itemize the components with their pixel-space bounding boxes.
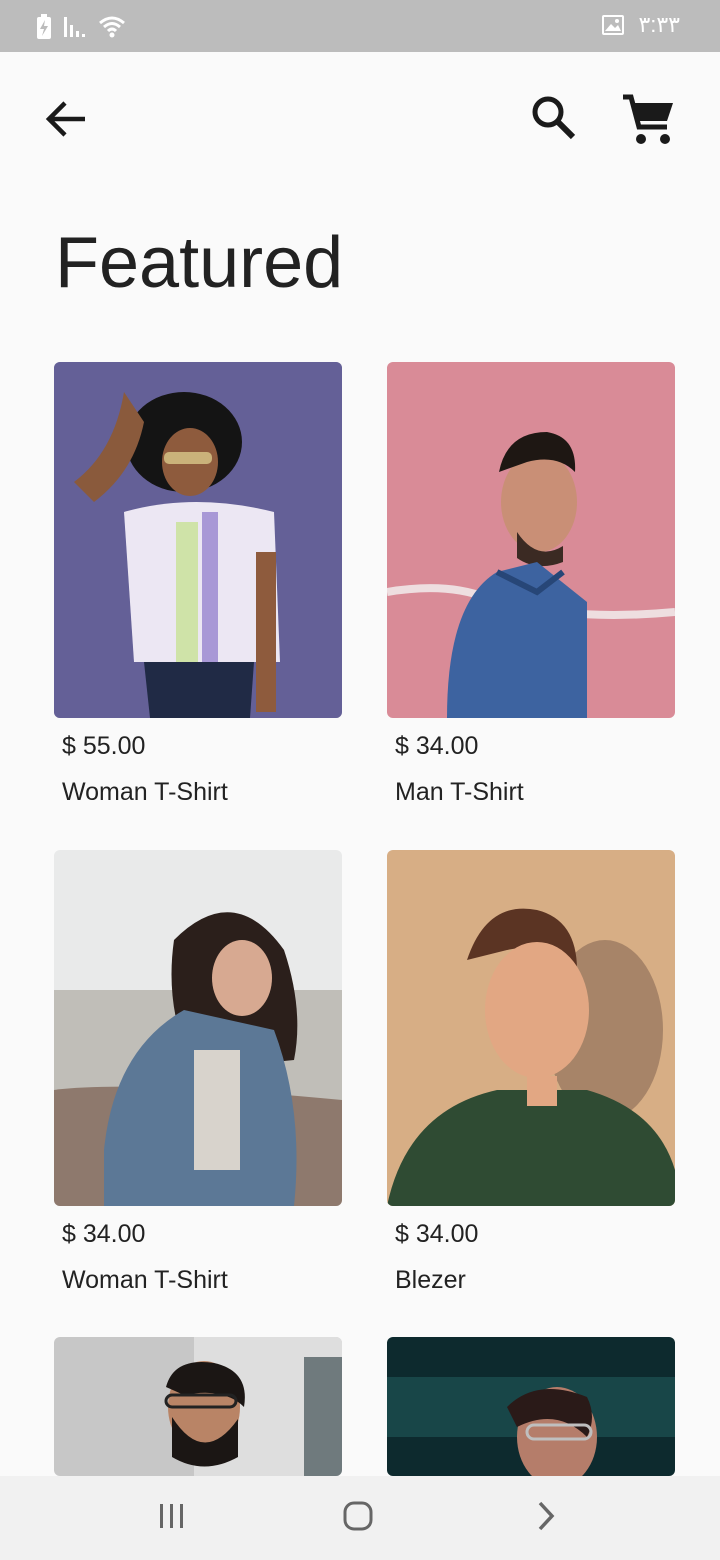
product-price: $ 55.00 [62,732,146,760]
product-card[interactable]: $ 34.00 Blezer [387,850,675,1294]
wifi-icon [98,15,126,39]
home-button[interactable] [328,1496,388,1540]
gallery-notification-icon [602,15,625,35]
product-photo [54,850,342,1206]
product-card[interactable]: $ 34.00 Woman T-Shirt [54,850,342,1294]
cart-button[interactable] [616,90,682,156]
product-card[interactable] [54,1337,342,1476]
arrow-back-icon [43,97,87,146]
status-icons-right: ۳:۳۳ [602,12,680,38]
product-card[interactable]: $ 34.00 Man T-Shirt [387,362,675,806]
product-price: $ 34.00 [395,732,479,760]
signal-icon [64,15,86,39]
status-icons-left [36,14,126,40]
battery-charging-icon [36,14,52,40]
product-name: Woman T-Shirt [62,778,228,806]
app-bar [0,52,720,192]
back-nav-button[interactable] [516,1496,576,1540]
product-photo [387,1337,675,1476]
back-nav-icon [534,1500,558,1537]
product-photo [54,1337,342,1476]
navigation-bar [0,1476,720,1560]
recent-apps-button[interactable] [142,1496,202,1540]
page-title: Featured [55,223,344,303]
product-price: $ 34.00 [62,1220,146,1248]
product-photo [387,362,675,718]
product-name: Woman T-Shirt [62,1266,228,1294]
status-time: ۳:۳۳ [638,12,680,37]
product-card[interactable] [387,1337,675,1476]
product-photo [54,362,342,718]
recent-apps-icon [157,1502,187,1535]
product-card[interactable]: $ 55.00 Woman T-Shirt [54,362,342,806]
back-button[interactable] [36,92,94,150]
product-price: $ 34.00 [395,1220,479,1248]
search-button[interactable] [524,90,582,148]
product-name: Man T-Shirt [395,778,524,806]
product-name: Blezer [395,1266,466,1294]
shopping-cart-icon [621,93,677,154]
status-bar: ۳:۳۳ [0,0,720,52]
home-icon [342,1500,374,1537]
search-icon [529,93,577,146]
product-photo [387,850,675,1206]
